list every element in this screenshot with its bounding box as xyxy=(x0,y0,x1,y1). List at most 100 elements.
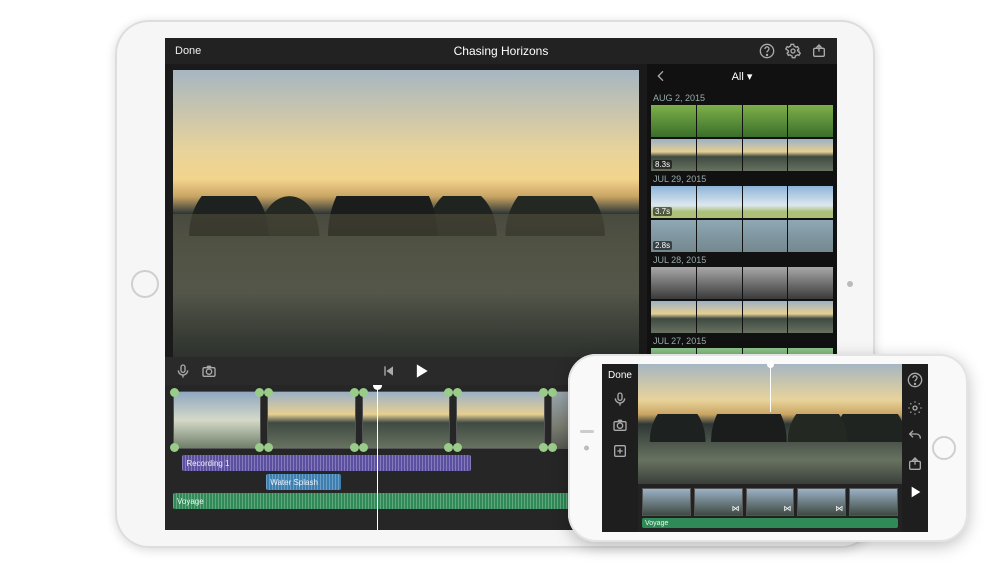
help-icon[interactable] xyxy=(759,43,775,59)
undo-icon[interactable] xyxy=(907,428,923,444)
clip-handle[interactable] xyxy=(539,443,548,452)
browser-clip-row[interactable] xyxy=(651,267,833,299)
clip-handle[interactable] xyxy=(350,443,359,452)
iphone-left-toolbar: Done xyxy=(602,364,638,532)
iphone-music-track[interactable]: Voyage xyxy=(642,518,898,528)
clip-thumbnail[interactable] xyxy=(743,139,788,171)
clip-handle[interactable] xyxy=(539,388,548,397)
clip-duration: 3.7s xyxy=(653,207,672,216)
ipad-home-button[interactable] xyxy=(131,270,159,298)
done-button[interactable]: Done xyxy=(175,45,201,57)
camera-icon[interactable] xyxy=(201,363,217,379)
timeline-clip[interactable] xyxy=(173,391,261,449)
browser-clip-row[interactable] xyxy=(651,105,833,137)
clip-thumbnail[interactable] xyxy=(743,267,788,299)
microphone-icon[interactable] xyxy=(175,363,191,379)
audio-track[interactable]: Voyage xyxy=(173,493,620,509)
browser-clip-row[interactable]: 8.3s xyxy=(651,139,833,171)
clip-thumbnail[interactable] xyxy=(697,301,742,333)
share-icon[interactable] xyxy=(811,43,827,59)
clip-handle[interactable] xyxy=(548,443,557,452)
browser-date-label: AUG 2, 2015 xyxy=(653,93,833,103)
clip-handle[interactable] xyxy=(453,443,462,452)
clip-thumbnail[interactable] xyxy=(697,220,742,252)
clip-handle[interactable] xyxy=(170,443,179,452)
clip-handle[interactable] xyxy=(350,388,359,397)
settings-icon[interactable] xyxy=(785,43,801,59)
clip-thumbnail[interactable] xyxy=(697,139,742,171)
ipad-topbar: Done Chasing Horizons xyxy=(165,38,837,64)
project-title: Chasing Horizons xyxy=(454,44,549,58)
clip-handle[interactable] xyxy=(548,388,557,397)
add-media-icon[interactable] xyxy=(612,443,628,459)
iphone-camera xyxy=(584,446,589,451)
clip-thumbnail[interactable] xyxy=(651,301,696,333)
iphone-speaker xyxy=(580,430,594,433)
timeline-clip[interactable] xyxy=(267,391,355,449)
imovie-iphone-app: Done ⋈ ⋈ ⋈ Voyage xyxy=(602,364,928,532)
clip-thumbnail[interactable] xyxy=(697,267,742,299)
browser-clip-row[interactable]: 3.7s xyxy=(651,186,833,218)
camera-icon[interactable] xyxy=(612,417,628,433)
browser-date-label: JUL 27, 2015 xyxy=(653,336,833,346)
clip-duration: 8.3s xyxy=(653,160,672,169)
clip-duration: 2.8s xyxy=(653,241,672,250)
clip-thumbnail[interactable] xyxy=(697,186,742,218)
share-icon[interactable] xyxy=(907,456,923,472)
timeline-clip[interactable] xyxy=(456,391,544,449)
iphone-home-button[interactable] xyxy=(932,436,956,460)
clip-thumbnail[interactable] xyxy=(743,105,788,137)
clip-thumbnail[interactable] xyxy=(788,105,833,137)
preview-pane xyxy=(165,64,647,385)
playhead[interactable] xyxy=(377,385,378,530)
microphone-icon[interactable] xyxy=(612,391,628,407)
clip-handle[interactable] xyxy=(444,388,453,397)
browser-filter[interactable]: All ▾ xyxy=(732,70,753,83)
iphone-done-button[interactable]: Done xyxy=(608,370,632,381)
clip-thumbnail[interactable] xyxy=(788,220,833,252)
iphone-right-toolbar xyxy=(902,364,928,532)
clip-handle[interactable] xyxy=(170,388,179,397)
clip-thumbnail[interactable] xyxy=(788,186,833,218)
help-icon[interactable] xyxy=(907,372,923,388)
iphone-playhead[interactable] xyxy=(770,364,771,412)
preview-canvas[interactable] xyxy=(173,70,639,357)
clip-handle[interactable] xyxy=(359,388,368,397)
iphone-timeline[interactable]: ⋈ ⋈ ⋈ Voyage xyxy=(638,484,902,532)
play-icon[interactable] xyxy=(907,484,923,500)
timeline-clip[interactable]: ⋈ xyxy=(746,488,795,516)
skip-back-icon[interactable] xyxy=(381,363,397,379)
timeline-clip[interactable]: ⋈ xyxy=(797,488,846,516)
clip-thumbnail[interactable] xyxy=(697,105,742,137)
browser-date-label: JUL 29, 2015 xyxy=(653,174,833,184)
audio-track[interactable]: Recording 1 xyxy=(182,455,471,471)
clip-thumbnail[interactable] xyxy=(788,301,833,333)
clip-handle[interactable] xyxy=(444,443,453,452)
browser-date-label: JUL 28, 2015 xyxy=(653,255,833,265)
iphone-device: Done ⋈ ⋈ ⋈ Voyage xyxy=(568,354,968,542)
timeline-clip[interactable] xyxy=(362,391,450,449)
clip-handle[interactable] xyxy=(264,388,273,397)
timeline-clip[interactable] xyxy=(642,488,691,516)
audio-track[interactable]: Water Splash xyxy=(266,474,341,490)
timeline-clip[interactable] xyxy=(849,488,898,516)
clip-handle[interactable] xyxy=(264,443,273,452)
browser-clip-row[interactable] xyxy=(651,301,833,333)
settings-icon[interactable] xyxy=(907,400,923,416)
clip-thumbnail[interactable] xyxy=(743,301,788,333)
browser-back-icon[interactable] xyxy=(653,68,669,84)
clip-thumbnail[interactable] xyxy=(743,186,788,218)
ipad-camera xyxy=(847,281,853,287)
play-icon[interactable] xyxy=(411,361,431,381)
clip-handle[interactable] xyxy=(255,443,264,452)
clip-thumbnail[interactable] xyxy=(788,139,833,171)
clip-thumbnail[interactable] xyxy=(743,220,788,252)
clip-thumbnail[interactable] xyxy=(651,267,696,299)
clip-handle[interactable] xyxy=(255,388,264,397)
clip-handle[interactable] xyxy=(359,443,368,452)
timeline-clip[interactable]: ⋈ xyxy=(694,488,743,516)
clip-thumbnail[interactable] xyxy=(651,105,696,137)
browser-clip-row[interactable]: 2.8s xyxy=(651,220,833,252)
clip-handle[interactable] xyxy=(453,388,462,397)
clip-thumbnail[interactable] xyxy=(788,267,833,299)
